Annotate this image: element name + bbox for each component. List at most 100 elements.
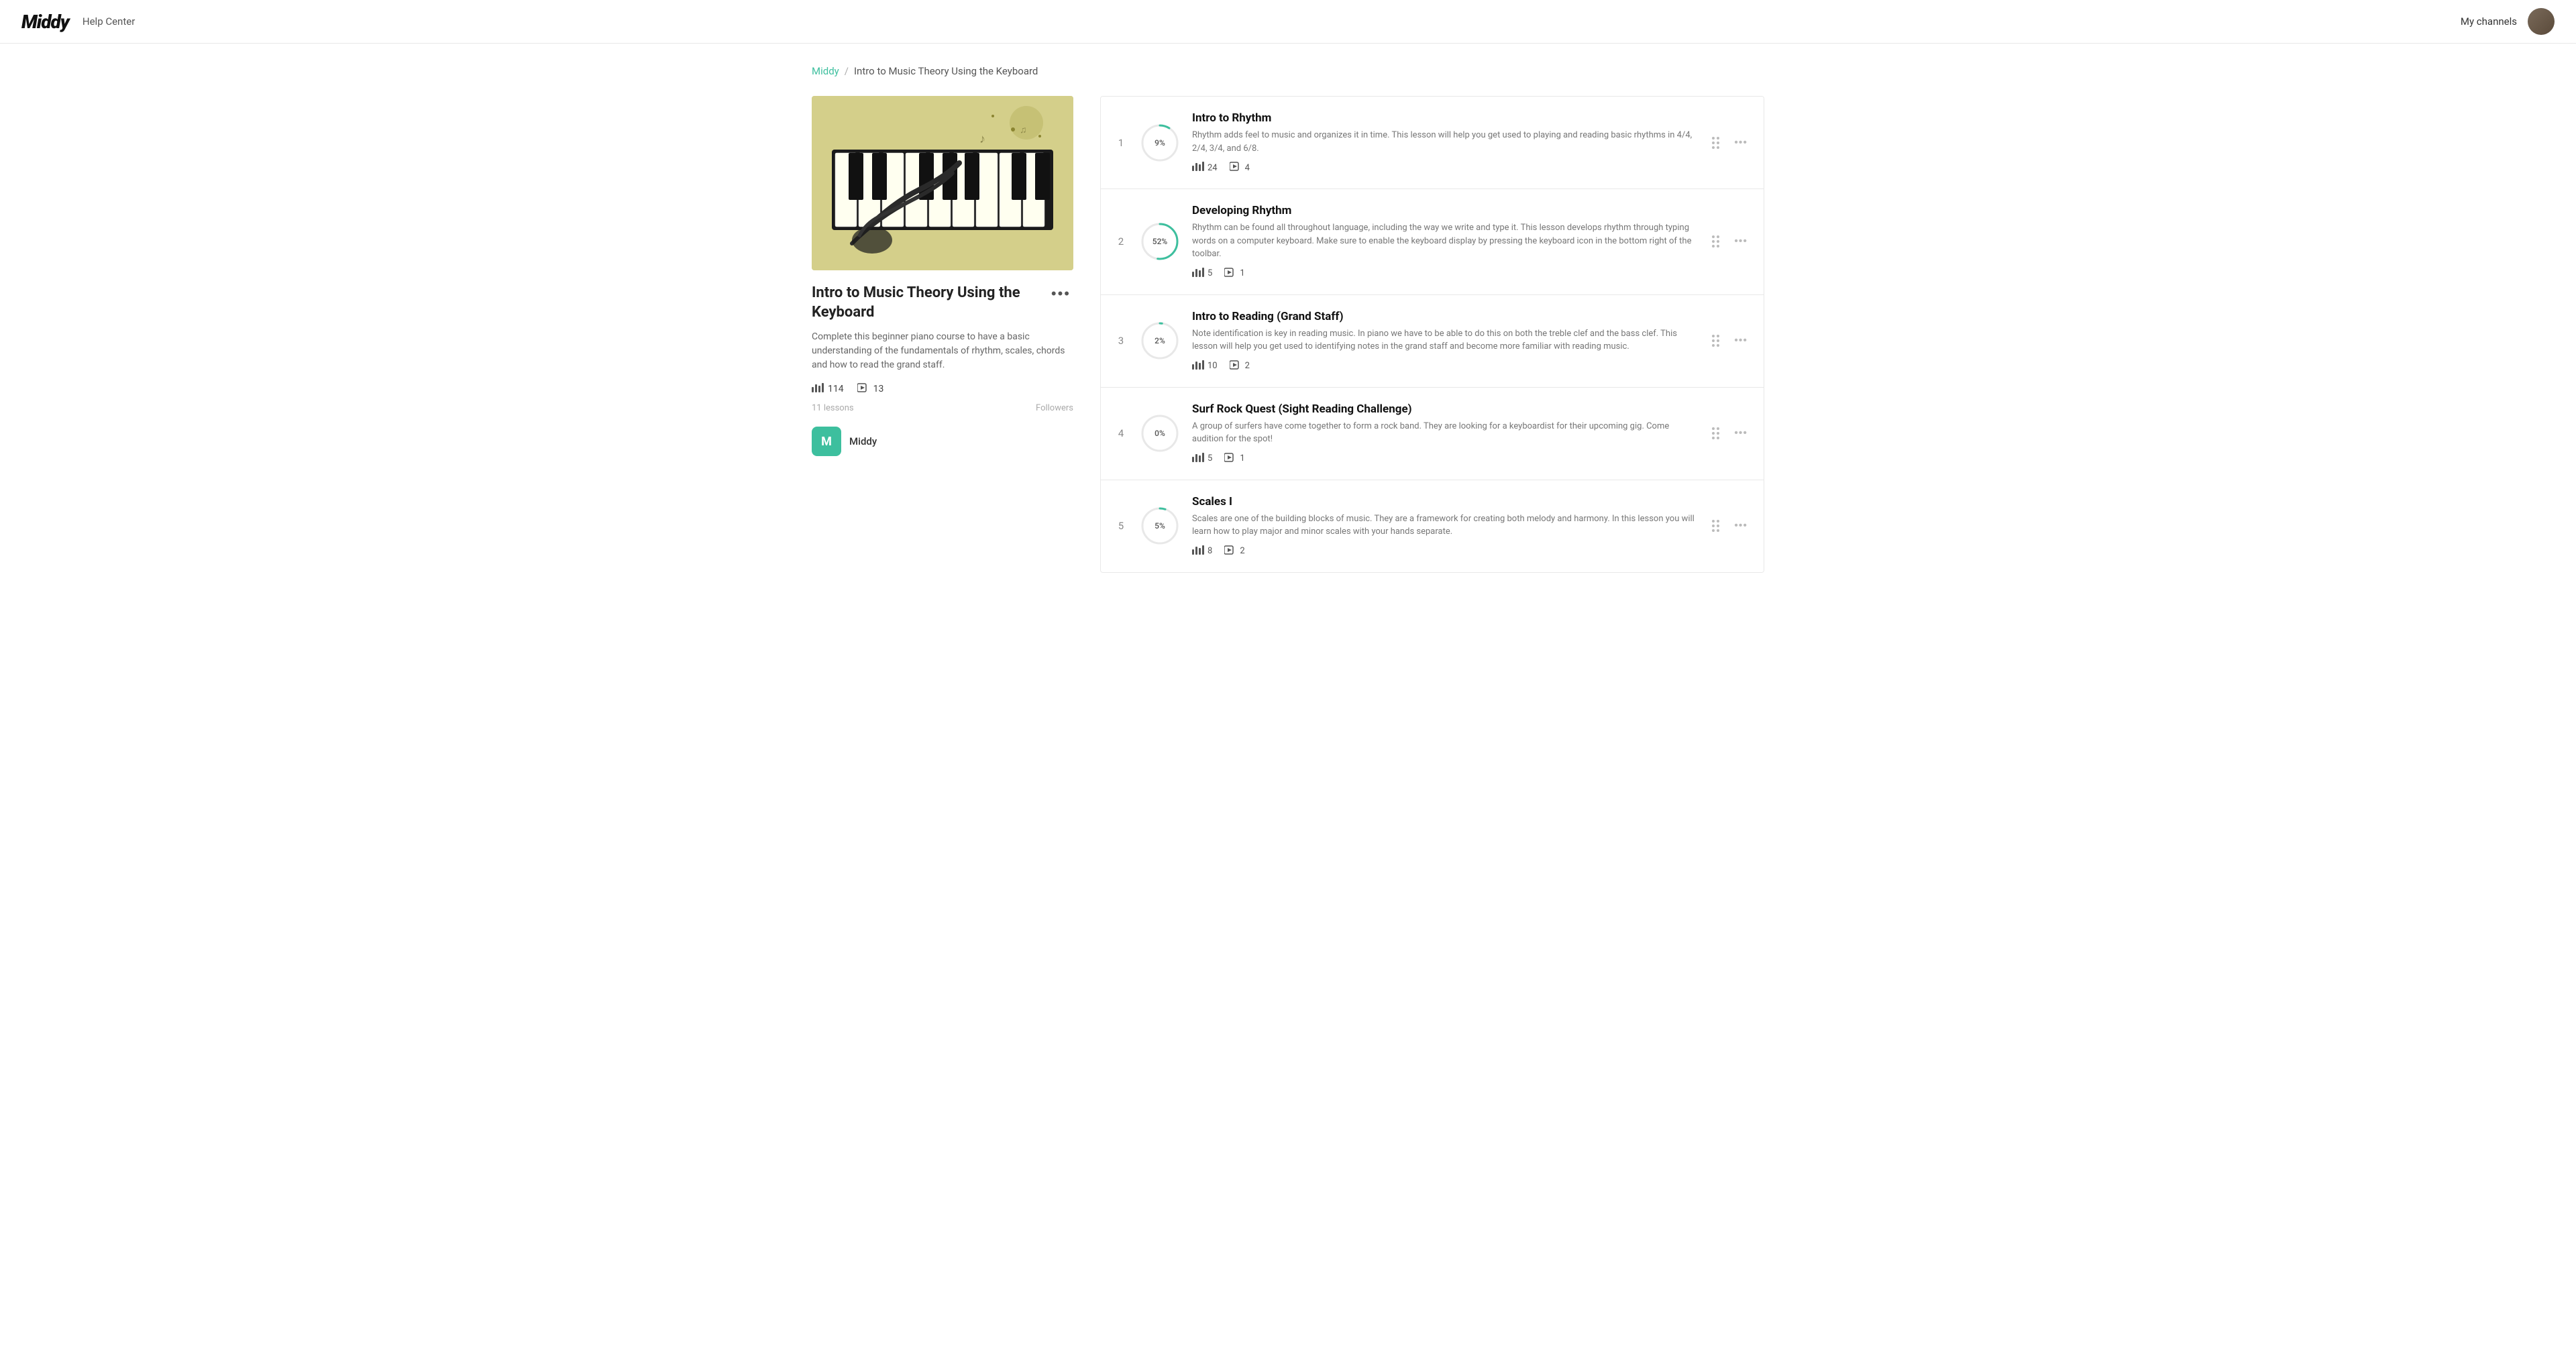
lesson-content: Scales I Scales are one of the building …: [1192, 495, 1697, 557]
svg-text:♫: ♫: [1020, 125, 1027, 135]
svg-text:♪: ♪: [979, 132, 985, 146]
lesson-stats: 10 2: [1192, 360, 1697, 372]
lesson-more-button[interactable]: •••: [1731, 425, 1750, 442]
author-initial: M: [821, 435, 832, 449]
progress-label: 9%: [1155, 138, 1165, 148]
exercises-icon: [812, 383, 824, 395]
progress-label: 5%: [1155, 521, 1165, 531]
lesson-videos-count: 1: [1240, 453, 1244, 463]
lesson-more-button[interactable]: •••: [1731, 233, 1750, 250]
lesson-number: 2: [1114, 235, 1128, 248]
lesson-more-button[interactable]: •••: [1731, 517, 1750, 535]
progress-circle: 0%: [1140, 413, 1180, 453]
lesson-videos-stat: 2: [1224, 545, 1244, 557]
lesson-row[interactable]: 2 52% Developing Rhythm Rhythm can be fo…: [1101, 189, 1764, 295]
drag-handle-button[interactable]: [1709, 517, 1722, 535]
lesson-stats: 24 4: [1192, 162, 1697, 174]
page-content: Middy / Intro to Music Theory Using the …: [785, 44, 1791, 594]
lesson-videos-stat: 4: [1230, 162, 1250, 174]
lesson-title: Developing Rhythm: [1192, 204, 1697, 217]
help-center-label: Help Center: [83, 15, 135, 28]
lesson-description: Scales are one of the building blocks of…: [1192, 512, 1697, 539]
lesson-video-icon: [1224, 453, 1236, 465]
lesson-stats: 5 1: [1192, 268, 1697, 280]
lesson-title: Intro to Reading (Grand Staff): [1192, 310, 1697, 323]
main-layout: ♪ ♫ Intro to Music Theory Using the Keyb…: [812, 96, 1764, 573]
user-avatar[interactable]: [2528, 8, 2555, 35]
author-name: Middy: [849, 435, 877, 447]
lesson-videos-count: 2: [1240, 546, 1244, 556]
course-sidebar: ♪ ♫ Intro to Music Theory Using the Keyb…: [812, 96, 1073, 456]
progress-label: 52%: [1152, 237, 1167, 246]
lesson-exercises-count: 10: [1208, 361, 1218, 371]
header-right: My channels: [2461, 8, 2555, 35]
lesson-row[interactable]: 4 0% Surf Rock Quest (Sight Reading Chal…: [1101, 388, 1764, 480]
lesson-row[interactable]: 3 2% Intro to Reading (Grand Staff) Note…: [1101, 295, 1764, 388]
course-art: ♪ ♫: [812, 96, 1073, 270]
lesson-videos-count: 1: [1240, 268, 1244, 278]
lesson-bars-icon: [1192, 360, 1204, 372]
lesson-number: 3: [1114, 335, 1128, 347]
lesson-exercises-stat: 24: [1192, 162, 1218, 174]
app-header: Middy Help Center My channels: [0, 0, 2576, 44]
my-channels-link[interactable]: My channels: [2461, 15, 2517, 28]
lesson-videos-stat: 2: [1230, 360, 1250, 372]
lesson-actions: •••: [1709, 233, 1750, 250]
exercises-count: 114: [828, 384, 844, 394]
more-dots-icon: •••: [1734, 335, 1748, 347]
breadcrumb: Middy / Intro to Music Theory Using the …: [812, 65, 1764, 77]
drag-handle-button[interactable]: [1709, 233, 1722, 250]
course-more-button[interactable]: •••: [1049, 284, 1073, 304]
progress-circle: 2%: [1140, 321, 1180, 361]
more-dots-icon: •••: [1734, 235, 1748, 248]
lesson-exercises-count: 5: [1208, 268, 1212, 278]
video-icon: [857, 383, 869, 395]
drag-handle-button[interactable]: [1709, 425, 1722, 442]
course-title-row: Intro to Music Theory Using the Keyboard…: [812, 284, 1073, 322]
progress-circle: 52%: [1140, 221, 1180, 262]
lessons-list: 1 9% Intro to Rhythm Rhythm adds feel to…: [1100, 96, 1764, 573]
lessons-count: 11 lessons: [812, 403, 854, 413]
lesson-content: Surf Rock Quest (Sight Reading Challenge…: [1192, 402, 1697, 465]
lesson-title: Surf Rock Quest (Sight Reading Challenge…: [1192, 402, 1697, 416]
lesson-videos-count: 2: [1245, 361, 1250, 371]
lesson-actions: •••: [1709, 517, 1750, 535]
lesson-actions: •••: [1709, 134, 1750, 152]
lesson-exercises-count: 8: [1208, 546, 1212, 556]
followers-label: Followers: [1036, 403, 1073, 413]
lesson-videos-stat: 1: [1224, 453, 1244, 465]
lesson-more-button[interactable]: •••: [1731, 332, 1750, 349]
lesson-more-button[interactable]: •••: [1731, 134, 1750, 152]
exercises-stat: 114: [812, 383, 844, 395]
course-thumbnail: ♪ ♫: [812, 96, 1073, 270]
lesson-row[interactable]: 5 5% Scales I Scales are one of the buil…: [1101, 480, 1764, 572]
lesson-title: Scales I: [1192, 495, 1697, 508]
more-dots-icon: •••: [1734, 520, 1748, 532]
videos-stat: 13: [857, 383, 884, 395]
lesson-row[interactable]: 1 9% Intro to Rhythm Rhythm adds feel to…: [1101, 97, 1764, 189]
lesson-exercises-stat: 5: [1192, 453, 1212, 465]
breadcrumb-separator: /: [845, 65, 849, 77]
course-stats: 114 13: [812, 383, 1073, 395]
more-dots-icon: •••: [1734, 427, 1748, 439]
lesson-videos-stat: 1: [1224, 268, 1244, 280]
lesson-bars-icon: [1192, 162, 1204, 174]
more-dots-icon: •••: [1734, 137, 1748, 149]
lesson-exercises-count: 24: [1208, 163, 1218, 173]
drag-handle-button[interactable]: [1709, 134, 1722, 152]
progress-label: 0%: [1155, 429, 1165, 438]
breadcrumb-home[interactable]: Middy: [812, 65, 839, 77]
lesson-video-icon: [1230, 162, 1242, 174]
lesson-exercises-stat: 10: [1192, 360, 1218, 372]
lesson-content: Intro to Rhythm Rhythm adds feel to musi…: [1192, 111, 1697, 174]
lesson-video-icon: [1230, 360, 1242, 372]
progress-circle: 9%: [1140, 123, 1180, 163]
progress-circle: 5%: [1140, 506, 1180, 546]
drag-handle-button[interactable]: [1709, 332, 1722, 349]
lesson-number: 5: [1114, 520, 1128, 532]
videos-count: 13: [873, 384, 884, 394]
lesson-number: 4: [1114, 427, 1128, 439]
app-logo[interactable]: Middy: [21, 11, 69, 33]
progress-label: 2%: [1155, 336, 1165, 345]
course-meta: 11 lessons Followers: [812, 403, 1073, 413]
